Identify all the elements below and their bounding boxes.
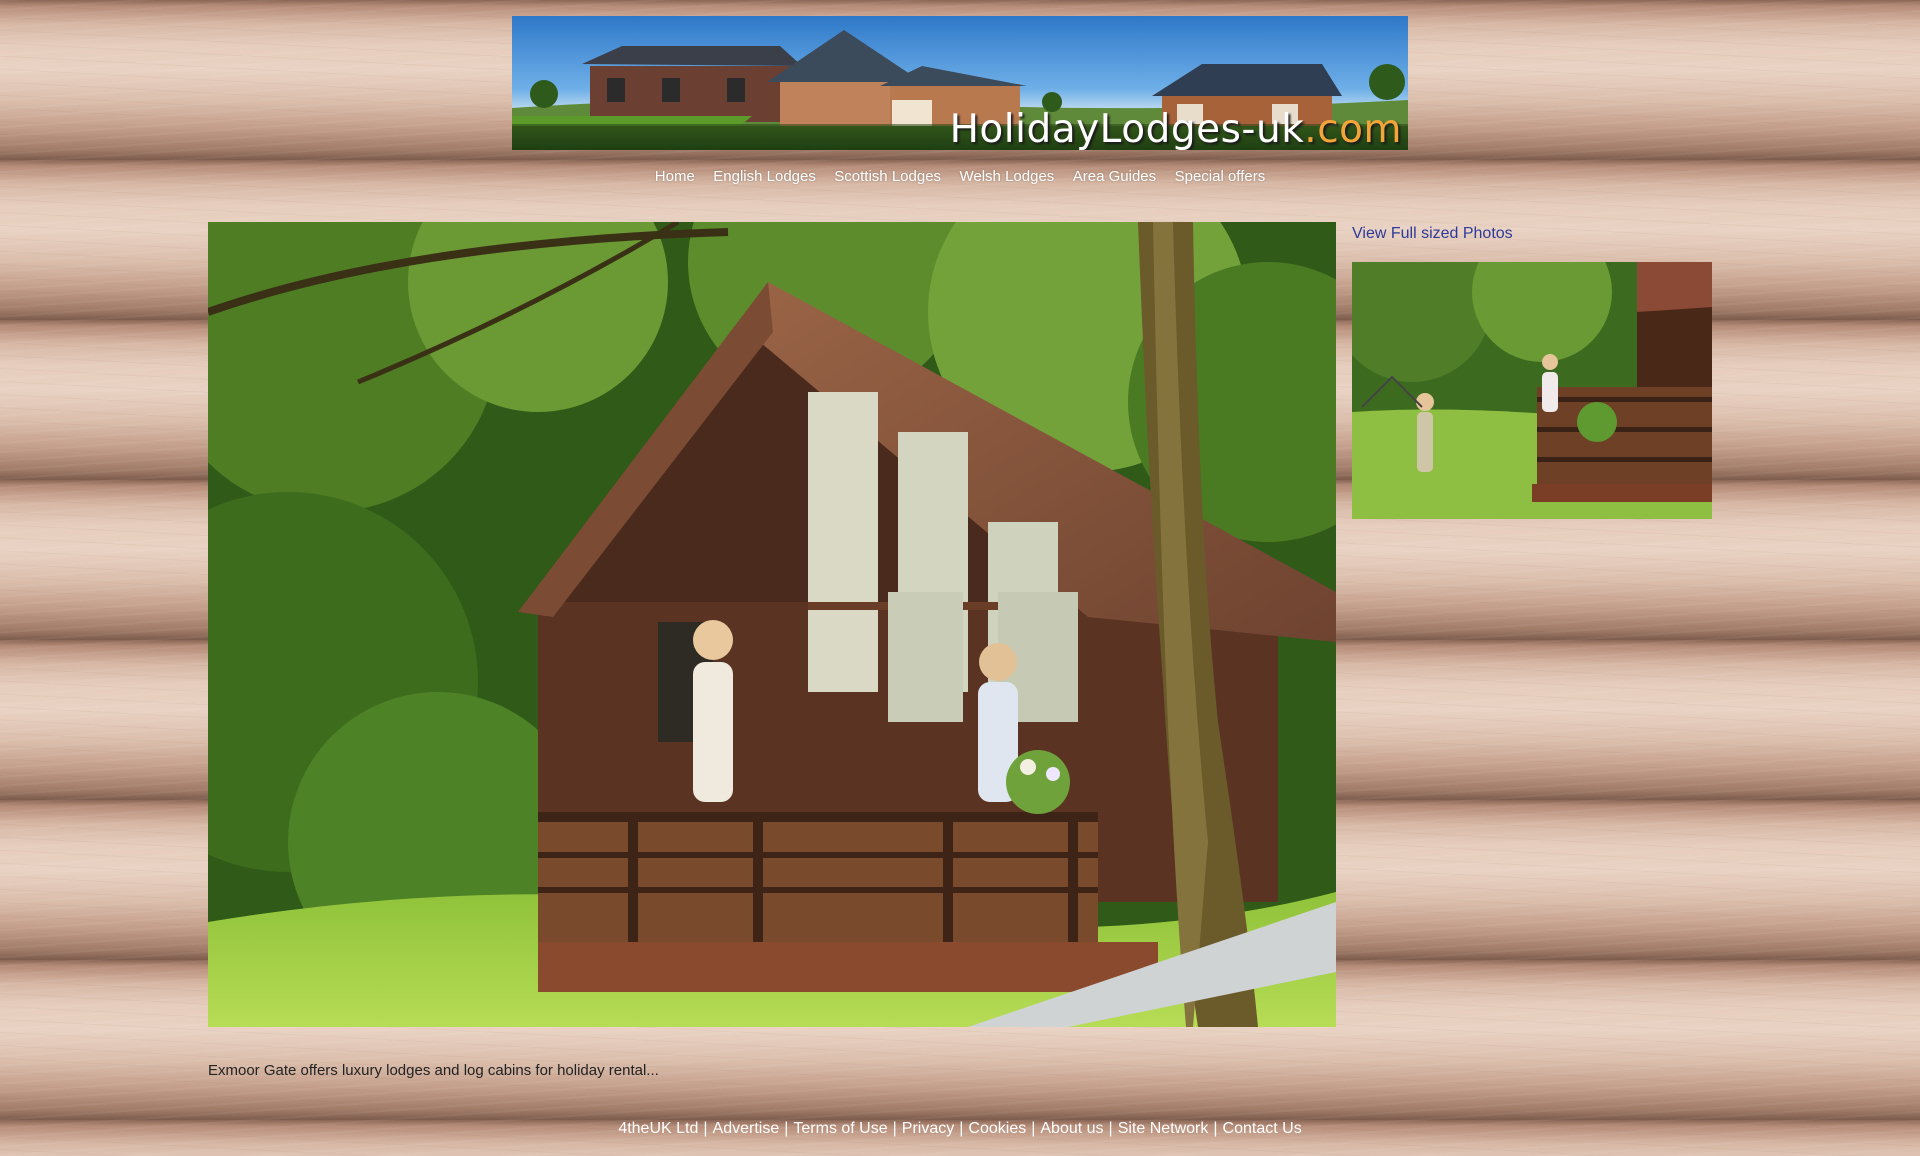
footer-separator: | — [892, 1120, 897, 1137]
site-banner[interactable]: HolidayLodges-uk.com — [512, 16, 1408, 150]
lodge-thumbnail-photo[interactable] — [1352, 262, 1712, 519]
footer-separator: | — [703, 1120, 708, 1137]
footer-separator: | — [1031, 1120, 1036, 1137]
nav-area-guides[interactable]: Area Guides — [1073, 168, 1156, 185]
view-full-photos-link[interactable]: View Full sized Photos — [1352, 225, 1513, 243]
footer-privacy[interactable]: Privacy — [902, 1120, 954, 1137]
footer-separator: | — [959, 1120, 964, 1137]
thumbnail-illustration — [1352, 262, 1712, 519]
main-navigation: Home English Lodges Scottish Lodges Wels… — [0, 168, 1920, 186]
footer-about[interactable]: About us — [1040, 1120, 1103, 1137]
nav-english-lodges[interactable]: English Lodges — [713, 168, 816, 185]
footer-links: 4theUK Ltd | Advertise | Terms of Use | Privac… — [0, 1120, 1920, 1138]
main-lodge-photo[interactable] — [208, 222, 1336, 1027]
nav-scottish-lodges[interactable]: Scottish Lodges — [834, 168, 941, 185]
footer-terms[interactable]: Terms of Use — [793, 1120, 887, 1137]
footer-advertise[interactable]: Advertise — [713, 1120, 780, 1137]
footer-contact[interactable]: Contact Us — [1223, 1120, 1302, 1137]
lodge-description: Exmoor Gate offers luxury lodges and log… — [208, 1062, 659, 1079]
footer-cookies[interactable]: Cookies — [968, 1120, 1026, 1137]
footer-separator: | — [1213, 1120, 1218, 1137]
footer-4theuk[interactable]: 4theUK Ltd — [618, 1120, 698, 1137]
footer-site-network[interactable]: Site Network — [1118, 1120, 1209, 1137]
nav-welsh-lodges[interactable]: Welsh Lodges — [960, 168, 1055, 185]
nav-home[interactable]: Home — [655, 168, 695, 185]
footer-separator: | — [784, 1120, 789, 1137]
footer-separator: | — [1108, 1120, 1113, 1137]
nav-special-offers[interactable]: Special offers — [1175, 168, 1266, 185]
banner-site-title[interactable]: HolidayLodges-uk.com — [950, 107, 1402, 150]
lodge-photo-illustration — [208, 222, 1336, 1027]
